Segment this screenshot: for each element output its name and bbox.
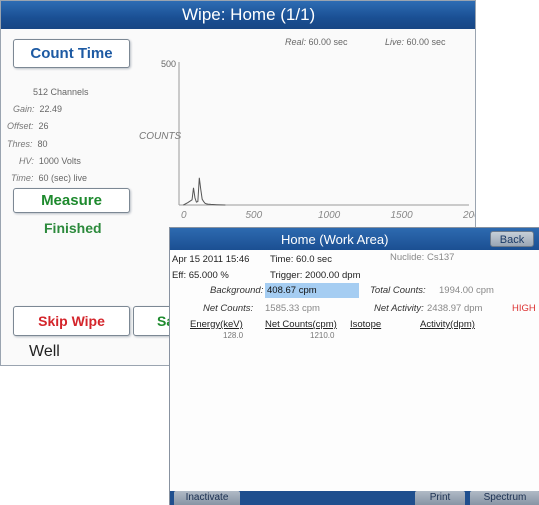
cell-energy: 128.0 [223, 331, 244, 340]
print-button[interactable]: Print [415, 491, 465, 505]
gain-value: 22.49 [39, 104, 63, 114]
x-tick-label: 1000 [318, 210, 341, 221]
efficiency-text: Eff: 65.000 % [172, 270, 229, 281]
column-header-isotope[interactable]: Isotope [350, 319, 381, 330]
work-title: Home (Work Area) [281, 232, 389, 247]
gain-label: Gain: [13, 104, 35, 114]
nuclide-text: Nuclide: Cs137 [390, 252, 455, 263]
measure-button[interactable]: Measure [13, 188, 130, 213]
x-tick-label: 1500 [391, 210, 414, 221]
work-area-window: Home (Work Area) Back Apr 15 2011 15:46 … [169, 227, 539, 505]
hv-label: HV: [19, 156, 34, 166]
status-text: Finished [44, 220, 102, 236]
time-text: Time: 60.0 sec [270, 254, 332, 265]
total-counts-label: Total Counts: [370, 285, 426, 296]
net-counts-value: 1585.33 cpm [265, 303, 320, 314]
offset-label: Offset: [7, 121, 34, 131]
hv-value: 1000 Volts [38, 156, 81, 166]
net-counts-label: Net Counts: [203, 303, 254, 314]
spectrum-chart: 500 0 500 1000 1500 200 [161, 59, 475, 221]
spectrum-chart-area: Real: 60.00 sec Live: 60.00 sec COUNTS 5… [139, 37, 475, 227]
count-time-button[interactable]: Count Time [13, 39, 130, 68]
work-title-bar: Home (Work Area) Back [170, 228, 539, 250]
offset-value: 26 [38, 121, 49, 131]
net-activity-value: 2438.97 dpm [427, 303, 483, 314]
channels-text: 512 Channels [33, 87, 89, 97]
wipe-title-bar: Wipe: Home (1/1) [1, 1, 475, 29]
location-label: Well [29, 343, 60, 360]
x-tick-label: 200 [462, 210, 476, 221]
x-tick-label: 0 [181, 210, 187, 221]
time-label: Time: [11, 173, 34, 183]
net-activity-label: Net Activity: [374, 303, 424, 314]
thres-value: 80 [37, 139, 48, 149]
x-tick-label: 500 [246, 210, 263, 221]
column-header-activity[interactable]: Activity(dpm) [420, 319, 475, 330]
time-row: Time: 60 (sec) live [11, 173, 87, 183]
background-label: Background: [210, 285, 264, 296]
wipe-title: Wipe: Home (1/1) [182, 5, 316, 24]
activity-flag-badge: HIGH [512, 303, 536, 314]
spectrum-button[interactable]: Spectrum [470, 491, 539, 505]
column-header-net-counts[interactable]: Net Counts(cpm) [265, 319, 337, 330]
spectrum-line [183, 177, 226, 206]
y-max-label: 500 [161, 59, 176, 69]
gain-row: Gain: 22.49 [13, 104, 62, 114]
hv-row: HV: 1000 Volts [19, 156, 81, 166]
inactivate-button[interactable]: Inactivate [174, 491, 240, 505]
time-value: 60 (sec) live [38, 173, 87, 183]
skip-wipe-button[interactable]: Skip Wipe [13, 306, 130, 336]
trigger-text: Trigger: 2000.00 dpm [270, 270, 361, 281]
cell-net-counts: 1210.0 [310, 331, 335, 340]
total-counts-value: 1994.00 cpm [439, 285, 494, 296]
background-input[interactable] [265, 283, 359, 298]
offset-row: Offset: 26 [7, 121, 49, 131]
column-header-energy[interactable]: Energy(keV) [190, 319, 243, 330]
thres-row: Thres: 80 [7, 139, 48, 149]
thres-label: Thres: [7, 139, 33, 149]
back-button[interactable]: Back [490, 231, 534, 247]
datetime-text: Apr 15 2011 15:46 [172, 254, 250, 265]
